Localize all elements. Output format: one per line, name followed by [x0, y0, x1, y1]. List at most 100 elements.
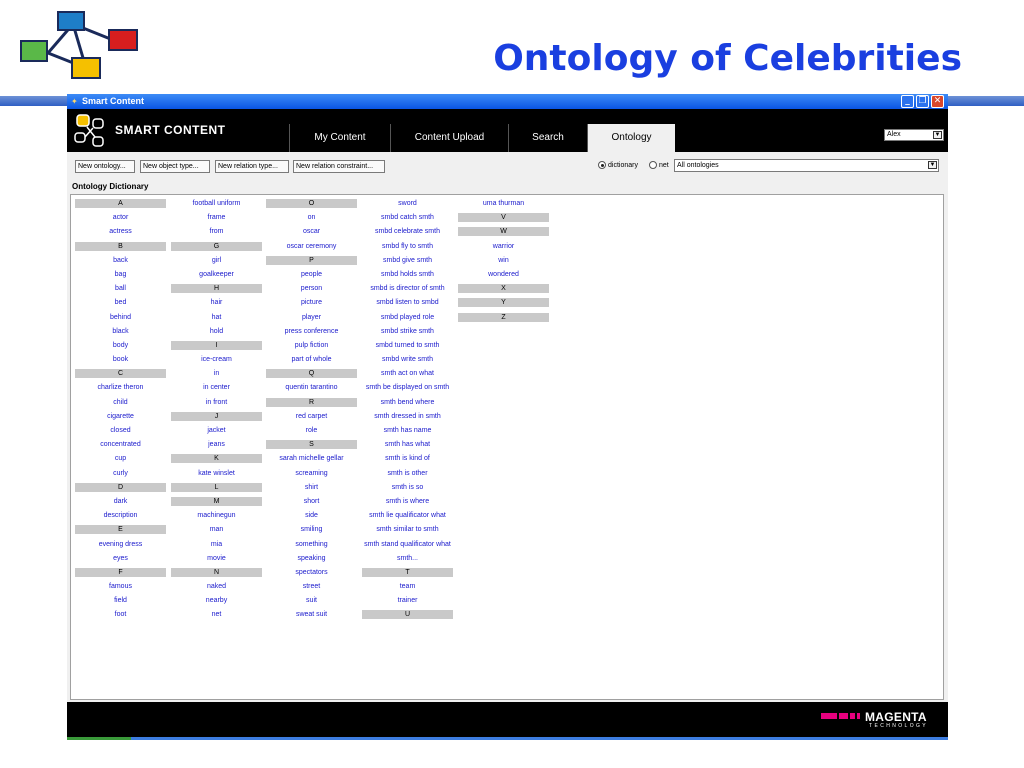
dictionary-term[interactable]: shirt [266, 481, 357, 495]
dictionary-term[interactable]: sarah michelle gellar [266, 452, 357, 466]
dictionary-term[interactable]: smth is where [362, 495, 453, 509]
dictionary-term[interactable]: ball [75, 282, 166, 296]
dictionary-term[interactable]: curly [75, 467, 166, 481]
dictionary-term[interactable]: person [266, 282, 357, 296]
dictionary-term[interactable]: smbd is director of smth [362, 282, 453, 296]
minimize-button[interactable]: _ [901, 95, 914, 108]
dictionary-term[interactable]: football uniform [171, 197, 262, 211]
dictionary-term[interactable]: short [266, 495, 357, 509]
dictionary-term[interactable]: mia [171, 538, 262, 552]
new-relation-constraint-button[interactable]: New relation constraint... [293, 160, 385, 173]
dictionary-term[interactable]: in center [171, 381, 262, 395]
dictionary-term[interactable]: player [266, 311, 357, 325]
dictionary-term[interactable]: smth is other [362, 467, 453, 481]
dictionary-term[interactable]: team [362, 580, 453, 594]
dictionary-term[interactable]: ice-cream [171, 353, 262, 367]
dictionary-term[interactable]: oscar ceremony [266, 240, 357, 254]
dictionary-term[interactable]: actress [75, 225, 166, 239]
dictionary-term[interactable]: smth act on what [362, 367, 453, 381]
dictionary-term[interactable]: smbd played role [362, 311, 453, 325]
dictionary-term[interactable]: smth... [362, 552, 453, 566]
dictionary-term[interactable]: book [75, 353, 166, 367]
dictionary-term[interactable]: behind [75, 311, 166, 325]
dictionary-term[interactable]: machinegun [171, 509, 262, 523]
dictionary-term[interactable]: pulp fiction [266, 339, 357, 353]
dictionary-term[interactable]: hold [171, 325, 262, 339]
dictionary-term[interactable]: speaking [266, 552, 357, 566]
tab-ontology[interactable]: Ontology [587, 124, 675, 152]
dictionary-term[interactable]: actor [75, 211, 166, 225]
dictionary-term[interactable]: quentin tarantino [266, 381, 357, 395]
dictionary-term[interactable]: role [266, 424, 357, 438]
dictionary-term[interactable]: screaming [266, 467, 357, 481]
close-button[interactable]: ✕ [931, 95, 944, 108]
dictionary-term[interactable]: net [171, 608, 262, 622]
dictionary-term[interactable]: back [75, 254, 166, 268]
dictionary-term[interactable]: red carpet [266, 410, 357, 424]
dictionary-term[interactable]: warrior [458, 240, 549, 254]
dictionary-term[interactable]: smiling [266, 523, 357, 537]
dictionary-term[interactable]: smth has name [362, 424, 453, 438]
dictionary-term[interactable]: in [171, 367, 262, 381]
dictionary-term[interactable]: smth stand qualificator what [362, 538, 453, 552]
dictionary-term[interactable]: spectators [266, 566, 357, 580]
dictionary-term[interactable]: description [75, 509, 166, 523]
dictionary-term[interactable]: smth be displayed on smth [362, 381, 453, 395]
dictionary-term[interactable]: kate winslet [171, 467, 262, 481]
dictionary-term[interactable]: charlize theron [75, 381, 166, 395]
dictionary-term[interactable]: smth bend where [362, 396, 453, 410]
dictionary-term[interactable]: hair [171, 296, 262, 310]
dictionary-term[interactable]: win [458, 254, 549, 268]
radio-net[interactable]: net [649, 161, 669, 171]
dictionary-term[interactable]: cup [75, 452, 166, 466]
tab-search[interactable]: Search [508, 124, 587, 152]
dictionary-term[interactable]: sword [362, 197, 453, 211]
dictionary-term[interactable]: frame [171, 211, 262, 225]
dictionary-term[interactable]: movie [171, 552, 262, 566]
dictionary-term[interactable]: something [266, 538, 357, 552]
tab-my-content[interactable]: My Content [289, 124, 390, 152]
dictionary-term[interactable]: suit [266, 594, 357, 608]
dictionary-term[interactable]: in front [171, 396, 262, 410]
dictionary-term[interactable]: body [75, 339, 166, 353]
dictionary-term[interactable]: famous [75, 580, 166, 594]
dictionary-term[interactable]: part of whole [266, 353, 357, 367]
dictionary-term[interactable]: black [75, 325, 166, 339]
dictionary-term[interactable]: bed [75, 296, 166, 310]
new-object-type-button[interactable]: New object type... [140, 160, 210, 173]
dictionary-term[interactable]: bag [75, 268, 166, 282]
dictionary-term[interactable]: child [75, 396, 166, 410]
radio-dictionary[interactable]: dictionary [598, 161, 638, 171]
dictionary-term[interactable]: from [171, 225, 262, 239]
chevron-down-icon[interactable]: ▼ [933, 131, 942, 139]
ontology-select[interactable]: All ontologies ▼ [674, 159, 939, 172]
dictionary-term[interactable]: sweat suit [266, 608, 357, 622]
dictionary-term[interactable]: goalkeeper [171, 268, 262, 282]
dictionary-term[interactable]: smbd listen to smbd [362, 296, 453, 310]
dictionary-term[interactable]: man [171, 523, 262, 537]
dictionary-term[interactable]: wondered [458, 268, 549, 282]
dictionary-term[interactable]: smth has what [362, 438, 453, 452]
dictionary-term[interactable]: oscar [266, 225, 357, 239]
dictionary-term[interactable]: smbd fly to smth [362, 240, 453, 254]
dictionary-term[interactable]: smbd catch smth [362, 211, 453, 225]
dictionary-term[interactable]: evening dress [75, 538, 166, 552]
dictionary-term[interactable]: cigarette [75, 410, 166, 424]
radio-selected-icon[interactable] [598, 161, 606, 170]
radio-unselected-icon[interactable] [649, 161, 657, 170]
dictionary-term[interactable]: picture [266, 296, 357, 310]
dictionary-term[interactable]: uma thurman [458, 197, 549, 211]
dictionary-term[interactable]: smth similar to smth [362, 523, 453, 537]
dictionary-term[interactable]: girl [171, 254, 262, 268]
dictionary-term[interactable]: trainer [362, 594, 453, 608]
dictionary-term[interactable]: closed [75, 424, 166, 438]
dictionary-term[interactable]: eyes [75, 552, 166, 566]
dictionary-term[interactable]: street [266, 580, 357, 594]
dictionary-term[interactable]: smbd strike smth [362, 325, 453, 339]
user-select[interactable]: Alex ▼ [884, 129, 944, 141]
chevron-down-icon[interactable]: ▼ [928, 161, 937, 169]
dictionary-term[interactable]: nearby [171, 594, 262, 608]
dictionary-term[interactable]: smbd write smth [362, 353, 453, 367]
dictionary-term[interactable]: foot [75, 608, 166, 622]
new-ontology-button[interactable]: New ontology... [75, 160, 135, 173]
